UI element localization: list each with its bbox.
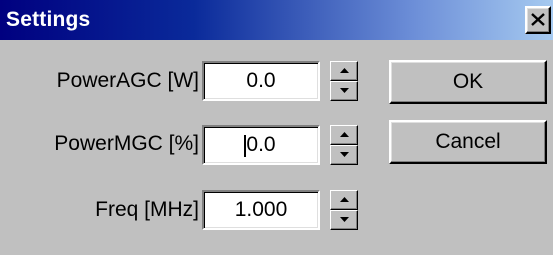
power-agc-spinner[interactable] [330, 61, 358, 101]
arrow-down-icon [340, 152, 349, 157]
ok-button[interactable]: OK [389, 60, 547, 104]
close-button[interactable] [525, 6, 551, 34]
power-mgc-spin-up-button[interactable] [330, 125, 358, 145]
power-agc-input[interactable]: 0.0 [202, 61, 320, 101]
freq-label: Freq [MHz] [95, 198, 199, 221]
power-agc-spin-down-button[interactable] [330, 81, 358, 101]
freq-value: 1.000 [234, 198, 288, 221]
power-mgc-input[interactable]: 0.0 [202, 125, 320, 165]
freq-spinner[interactable] [330, 190, 358, 230]
window-title: Settings [6, 8, 91, 31]
power-agc-label: PowerAGC [W] [56, 69, 199, 92]
title-bar[interactable]: Settings [0, 0, 553, 40]
arrow-down-icon [340, 88, 349, 93]
freq-spin-down-button[interactable] [330, 210, 358, 230]
settings-dialog: Settings PowerAGC [W] 0.0 PowerMGC [%] 0… [0, 0, 553, 255]
close-icon [531, 13, 545, 26]
arrow-down-icon [340, 217, 349, 222]
arrow-up-icon [340, 68, 349, 73]
power-mgc-spinner[interactable] [330, 125, 358, 165]
power-mgc-label: PowerMGC [%] [54, 132, 199, 155]
power-mgc-value: 0.0 [246, 133, 276, 156]
text-caret [244, 135, 246, 157]
cancel-button[interactable]: Cancel [389, 120, 547, 164]
power-agc-spin-up-button[interactable] [330, 61, 358, 81]
freq-input[interactable]: 1.000 [202, 190, 320, 230]
freq-spin-up-button[interactable] [330, 190, 358, 210]
power-mgc-spin-down-button[interactable] [330, 145, 358, 165]
arrow-up-icon [340, 132, 349, 137]
arrow-up-icon [340, 197, 349, 202]
power-agc-value: 0.0 [246, 69, 276, 92]
